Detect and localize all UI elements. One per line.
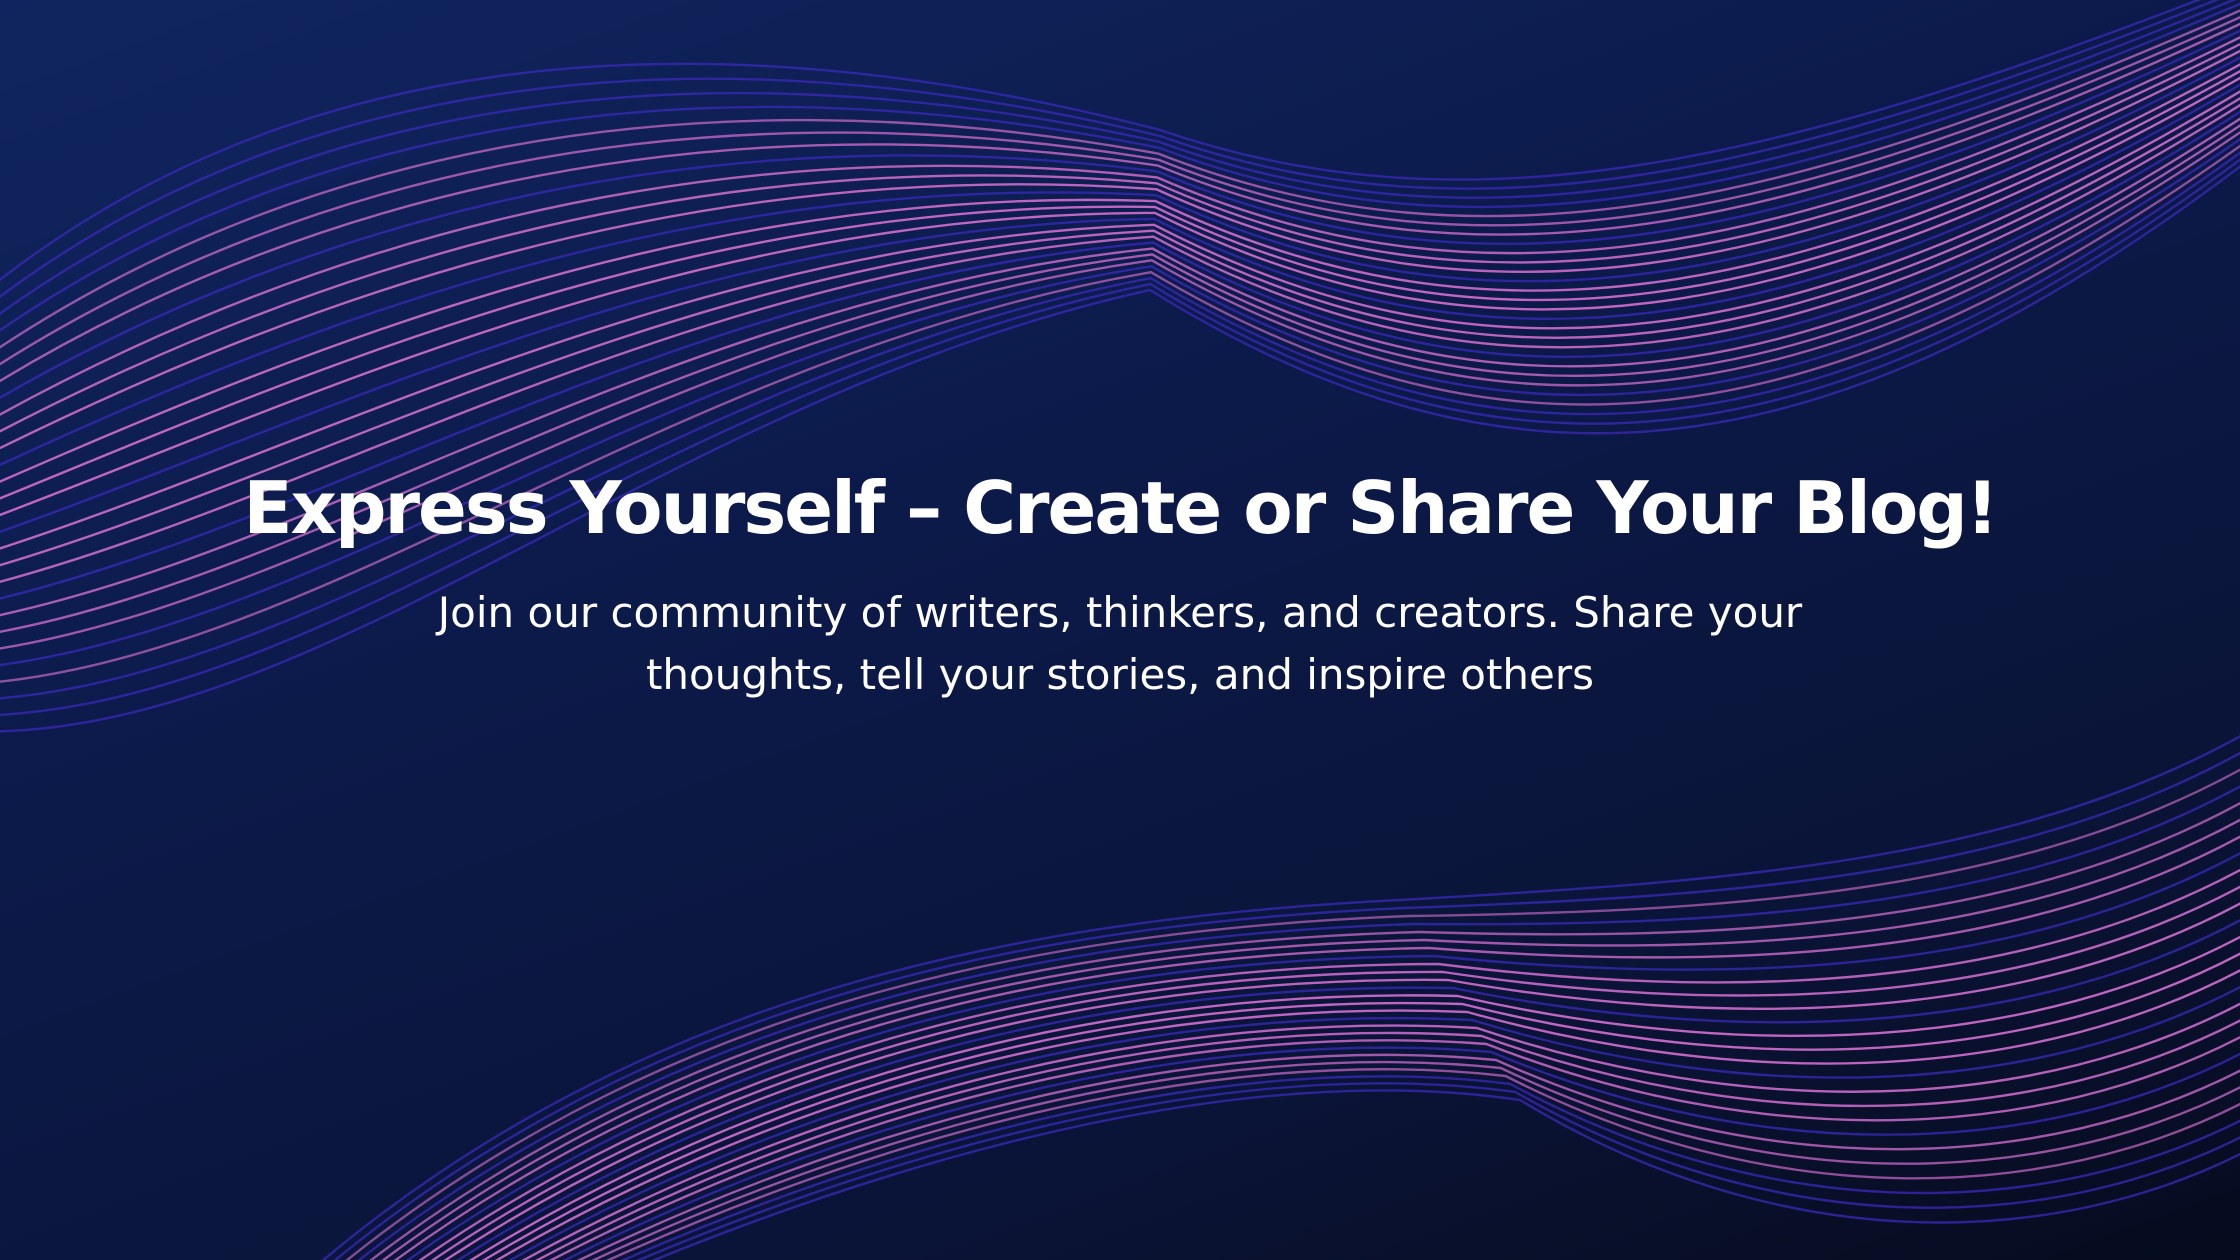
wave-top-line [0,0,2202,282]
wave-bottom-line [345,768,2240,1260]
wave-bottom-line [481,952,2240,1260]
hero-content: Express Yourself – Create or Share Your … [0,462,2240,706]
page-subtitle: Join our community of writers, thinkers,… [437,588,1803,699]
wave-top-line [0,0,2220,299]
wave-band-bottom [321,734,2240,1260]
wave-bottom-line [357,785,2240,1260]
hero-banner: Express Yourself – Create or Share Your … [0,0,2240,1260]
wave-top-line [0,29,2240,400]
wave-bottom-line [495,968,2240,1260]
page-title: Express Yourself – Create or Share Your … [243,466,1998,550]
wave-bottom-line [635,1082,2240,1260]
wave-top-line [0,15,2240,366]
wave-bottom-line [418,868,2240,1260]
